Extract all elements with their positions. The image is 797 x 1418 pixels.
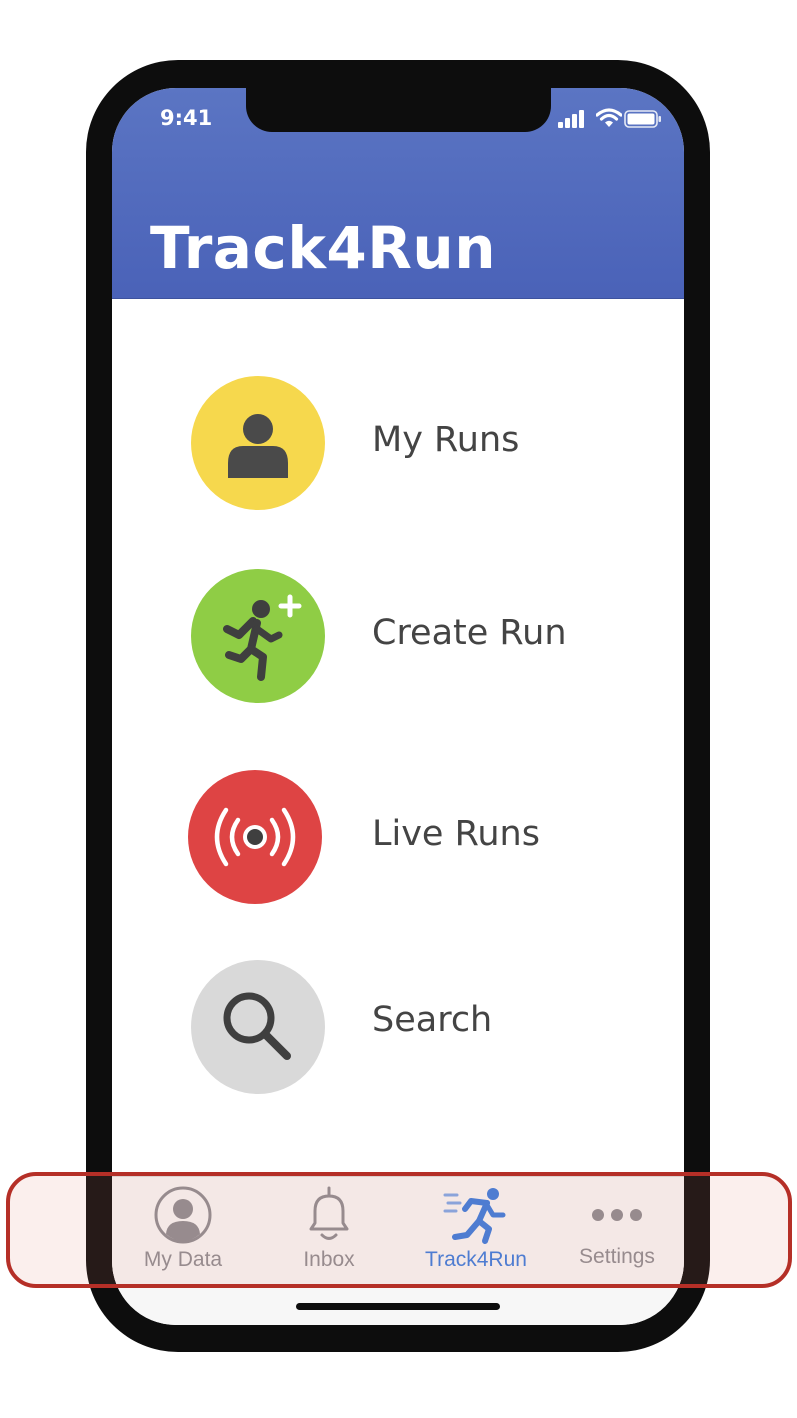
menu-item-create-run[interactable]: Create Run <box>112 569 684 709</box>
app-header: 9:41 Track4Run <box>112 88 684 299</box>
tab-track4run-label: Track4Run <box>425 1248 527 1271</box>
menu-item-search[interactable]: Search <box>112 960 684 1100</box>
search-label: Search <box>372 1000 493 1040</box>
live-runs-label: Live Runs <box>372 814 540 854</box>
status-time: 9:41 <box>160 106 213 130</box>
search-icon <box>223 992 291 1060</box>
tab-inbox-label: Inbox <box>303 1248 355 1271</box>
tab-bar: My Data Inbox Track4Run Settings <box>112 1176 684 1325</box>
notch <box>246 88 551 132</box>
tab-track4run[interactable]: Track4Run <box>411 1177 541 1277</box>
menu-item-live-runs[interactable]: Live Runs <box>112 770 684 910</box>
more-dots-icon <box>592 1209 642 1221</box>
phone-screen: 9:41 Track4Run My Runs Create Run Live R… <box>112 88 684 1325</box>
signal-icon <box>558 110 584 128</box>
my-runs-button[interactable] <box>191 376 325 510</box>
tab-my-data-label: My Data <box>143 1248 223 1271</box>
wifi-icon <box>596 108 622 127</box>
home-indicator <box>296 1303 500 1310</box>
app-title: Track4Run <box>150 214 496 282</box>
menu-item-my-runs[interactable]: My Runs <box>112 376 684 516</box>
search-button[interactable] <box>191 960 325 1094</box>
broadcast-icon <box>214 807 296 867</box>
runner-add-icon <box>223 594 302 681</box>
my-runs-label: My Runs <box>372 420 520 460</box>
create-run-button[interactable] <box>191 569 325 703</box>
profile-icon <box>154 1186 212 1244</box>
bell-icon <box>309 1186 349 1240</box>
tab-my-data[interactable]: My Data <box>118 1177 248 1277</box>
tab-settings[interactable]: Settings <box>552 1177 682 1277</box>
live-runs-button[interactable] <box>188 770 322 904</box>
tab-inbox[interactable]: Inbox <box>264 1177 394 1277</box>
create-run-label: Create Run <box>372 613 567 653</box>
tab-settings-label: Settings <box>579 1245 655 1268</box>
running-icon <box>443 1188 506 1244</box>
battery-icon <box>624 110 661 128</box>
user-icon <box>228 414 288 478</box>
